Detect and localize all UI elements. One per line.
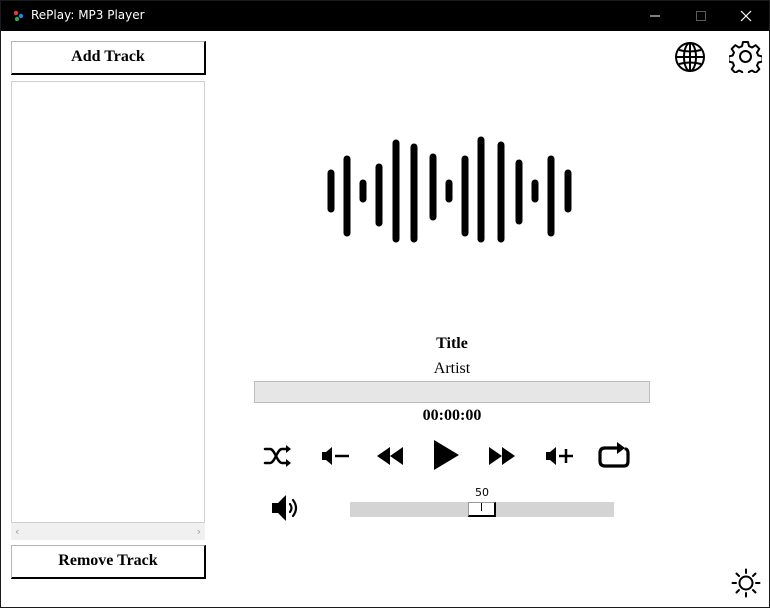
maximize-icon — [696, 11, 706, 21]
speaker-icon — [272, 495, 298, 521]
scroll-left-icon[interactable]: ‹ — [15, 525, 19, 538]
volume-up-icon — [546, 447, 573, 465]
title-bar[interactable]: RePlay: MP3 Player — [1, 1, 769, 31]
play-icon — [434, 440, 459, 470]
remove-track-label: Remove Track — [58, 552, 158, 569]
close-button[interactable] — [723, 1, 769, 31]
rewind-button[interactable] — [375, 444, 405, 468]
volume-slider[interactable] — [350, 502, 614, 517]
mute-button[interactable] — [271, 493, 301, 523]
remove-track-button[interactable]: Remove Track — [11, 545, 206, 579]
theme-toggle-button[interactable] — [731, 568, 761, 598]
fast-forward-icon — [489, 447, 515, 465]
sun-icon — [731, 568, 761, 598]
maximize-button[interactable] — [678, 1, 724, 31]
play-button[interactable] — [431, 438, 461, 472]
volume-down-button[interactable] — [320, 444, 350, 468]
settings-button[interactable] — [727, 40, 764, 77]
add-track-button[interactable]: Add Track — [11, 41, 206, 75]
minimize-button[interactable] — [632, 1, 678, 31]
waveform-icon — [327, 136, 572, 243]
shuffle-icon — [263, 445, 291, 467]
app-icon — [13, 10, 24, 22]
track-list[interactable] — [11, 81, 205, 523]
close-icon — [740, 10, 752, 22]
volume-up-button[interactable] — [544, 444, 574, 468]
gear-icon — [727, 41, 764, 77]
rewind-icon — [377, 447, 403, 465]
scroll-right-icon[interactable]: › — [197, 525, 201, 538]
repeat-icon — [598, 442, 630, 468]
window-title: RePlay: MP3 Player — [31, 8, 145, 22]
app-window: RePlay: MP3 Player Add Track ‹ › Remove … — [0, 0, 770, 608]
track-artist: Artist — [433, 360, 471, 377]
shuffle-button[interactable] — [263, 444, 293, 468]
minimize-icon — [650, 15, 660, 17]
add-track-label: Add Track — [71, 48, 145, 65]
fast-forward-button[interactable] — [487, 444, 517, 468]
globe-icon — [675, 42, 705, 72]
repeat-button[interactable] — [597, 442, 631, 470]
volume-down-icon — [322, 447, 349, 465]
language-button[interactable] — [674, 41, 706, 73]
progress-bar[interactable] — [254, 381, 650, 403]
track-title: Title — [436, 335, 468, 352]
volume-value: 50 — [475, 486, 489, 499]
track-list-scrollbar[interactable]: ‹ › — [11, 523, 205, 540]
elapsed-time: 00:00:00 — [422, 407, 482, 424]
volume-slider-thumb[interactable] — [468, 502, 496, 517]
